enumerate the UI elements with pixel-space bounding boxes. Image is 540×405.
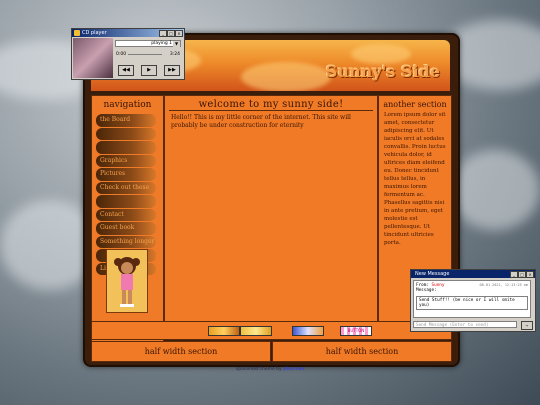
message-input[interactable]: Send Message (Enter to send) — [413, 321, 517, 328]
banner-cloud — [241, 62, 331, 91]
web-button[interactable]: BUTTON — [340, 326, 372, 336]
send-button[interactable]: → — [521, 321, 533, 330]
nav-item[interactable]: Something longer — [96, 235, 156, 248]
message-label: Message: — [416, 288, 437, 293]
time-total: 3:24 — [169, 52, 180, 57]
navigation-panel: navigation the Board Graphics Pictures C… — [91, 95, 164, 355]
message-body: From: Sunny 08.01.2021, 12:13:25 am Mess… — [413, 280, 531, 318]
previous-button[interactable]: ◀◀ — [118, 65, 134, 76]
cd-icon — [74, 30, 80, 36]
close-icon[interactable]: × — [175, 30, 183, 37]
nav-item[interactable]: the Board — [96, 114, 156, 127]
maximize-icon[interactable]: □ — [167, 30, 175, 37]
progress-track[interactable] — [128, 54, 162, 55]
cd-player-title: CD player — [82, 30, 107, 36]
web-button[interactable] — [292, 326, 324, 336]
message-timestamp: 08.01.2021, 12:13:25 am — [479, 283, 528, 287]
half-width-section-left: half width section — [91, 341, 271, 362]
time-elapsed: 0:00 — [116, 52, 127, 57]
nav-item[interactable]: Guest book — [96, 222, 156, 235]
message-window[interactable]: New Message _ □ × From: Sunny 08.01.2021… — [410, 269, 536, 332]
minimize-icon[interactable]: _ — [159, 30, 167, 37]
sky-cloud — [450, 150, 540, 230]
track-select[interactable]: playing 1 ▼ — [115, 40, 181, 47]
web-button[interactable] — [208, 326, 240, 336]
footer-text: spacehost theme by — [235, 367, 282, 372]
website-frame: Sunny's Side navigation the Board Graphi… — [83, 33, 460, 367]
nav-item[interactable] — [96, 195, 156, 208]
next-button[interactable]: ▶▶ — [164, 65, 180, 76]
chevron-down-icon[interactable]: ▼ — [173, 41, 180, 47]
track-select-value: playing 1 — [151, 41, 172, 46]
footer-link[interactable]: yibu.moo — [283, 367, 304, 372]
message-titlebar[interactable]: New Message _ □ × — [411, 270, 535, 278]
nav-item[interactable] — [96, 127, 156, 140]
welcome-text: Hello!! This is my little corner of the … — [171, 114, 351, 130]
nav-item[interactable]: Contact — [96, 208, 156, 221]
message-content: Send Stuff!! (be nice or I will smite yo… — [416, 296, 528, 310]
character-image — [106, 249, 148, 313]
site-footer: spacehost theme by yibu.moo — [0, 367, 540, 372]
minimize-icon[interactable]: _ — [510, 271, 518, 278]
button-strip: BUTTON — [91, 321, 452, 340]
half-width-heading: half width section — [325, 347, 399, 356]
character-illustration — [114, 257, 140, 307]
lorem-text: Lorem ipsum dolor sit amet, consectetur … — [384, 112, 446, 246]
cd-player-titlebar[interactable]: CD player _ □ × — [72, 29, 184, 37]
close-icon[interactable]: × — [526, 271, 534, 278]
play-button[interactable]: ▶ — [141, 65, 157, 76]
another-section-heading: another section — [383, 100, 447, 109]
site-title: Sunny's Side — [325, 62, 440, 81]
banner-cloud — [351, 44, 411, 64]
nav-item[interactable] — [96, 141, 156, 154]
welcome-panel: welcome to my sunny side! Hello!! This i… — [164, 95, 378, 322]
half-width-section-right: half width section — [272, 341, 452, 362]
maximize-icon[interactable]: □ — [518, 271, 526, 278]
nav-item[interactable]: Check out these — [96, 181, 156, 194]
half-width-heading: half width section — [144, 347, 218, 356]
web-button[interactable] — [240, 326, 272, 336]
album-art — [73, 38, 113, 78]
welcome-heading: welcome to my sunny side! — [169, 96, 373, 111]
cd-player-window[interactable]: CD player _ □ × playing 1 ▼ 0:00 3:24 ◀◀… — [71, 28, 185, 80]
navigation-heading: navigation — [103, 100, 152, 110]
nav-item[interactable]: Pictures — [96, 168, 156, 181]
nav-item[interactable]: Graphics — [96, 154, 156, 167]
message-title: New Message — [415, 271, 450, 277]
